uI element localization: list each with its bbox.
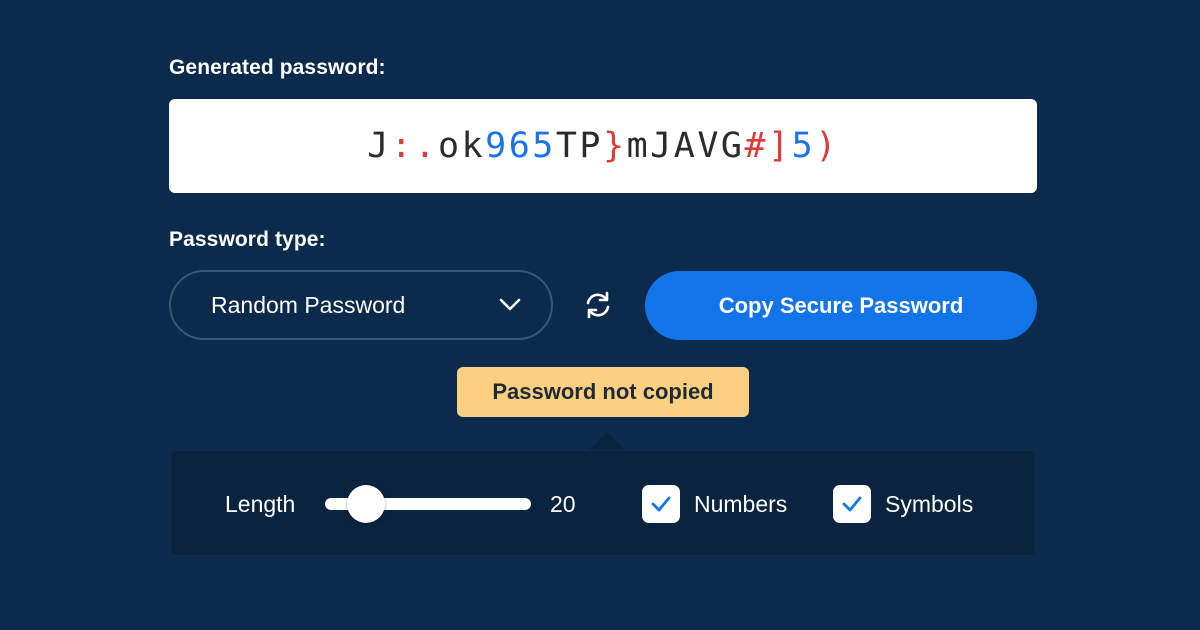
password-char: A (673, 126, 698, 166)
check-icon (651, 496, 671, 512)
length-slider[interactable] (325, 485, 531, 523)
refresh-icon (583, 290, 613, 325)
generated-password-label: Generated password: (169, 56, 386, 79)
refresh-button[interactable] (580, 290, 616, 324)
password-char: 9 (485, 126, 509, 166)
copy-password-button[interactable]: Copy Secure Password (645, 271, 1037, 340)
password-char: 5 (791, 126, 816, 166)
password-type-value: Random Password (211, 291, 406, 318)
password-char: ] (768, 126, 792, 166)
copy-status-tooltip: Password not copied (457, 367, 749, 417)
chevron-down-icon (499, 294, 521, 316)
password-char: P (579, 126, 603, 166)
symbols-checkbox[interactable] (833, 485, 871, 523)
symbols-option[interactable]: Symbols (833, 485, 973, 523)
password-char: # (744, 126, 769, 166)
check-icon (842, 496, 862, 512)
password-char: m (626, 126, 651, 166)
password-type-label: Password type: (169, 228, 326, 251)
slider-thumb[interactable] (347, 485, 386, 523)
numbers-checkbox[interactable] (642, 485, 680, 523)
password-char: . (414, 126, 438, 166)
password-char: : (390, 126, 415, 166)
password-char: o (437, 126, 462, 166)
password-char: V (697, 126, 721, 166)
numbers-label: Numbers (694, 490, 788, 517)
length-value: 20 (550, 491, 576, 517)
password-char: ) (815, 126, 839, 166)
password-char: J (367, 126, 391, 166)
password-char: T (555, 126, 580, 166)
password-char: 6 (508, 126, 533, 166)
password-text: J:.ok965TP}mJAVG#]5) (367, 126, 839, 166)
password-type-dropdown[interactable]: Random Password (169, 270, 553, 340)
symbols-label: Symbols (885, 490, 974, 517)
password-char: k (461, 126, 486, 166)
password-char: J (650, 126, 674, 166)
password-char: G (720, 126, 745, 166)
panel-pointer (589, 432, 625, 450)
numbers-option[interactable]: Numbers (642, 485, 787, 523)
password-char: } (603, 126, 627, 166)
length-label: Length (225, 491, 296, 517)
options-panel: Length 20 Numbers Symbols (170, 450, 1036, 556)
password-display: J:.ok965TP}mJAVG#]5) (169, 99, 1037, 193)
password-char: 5 (532, 126, 556, 166)
